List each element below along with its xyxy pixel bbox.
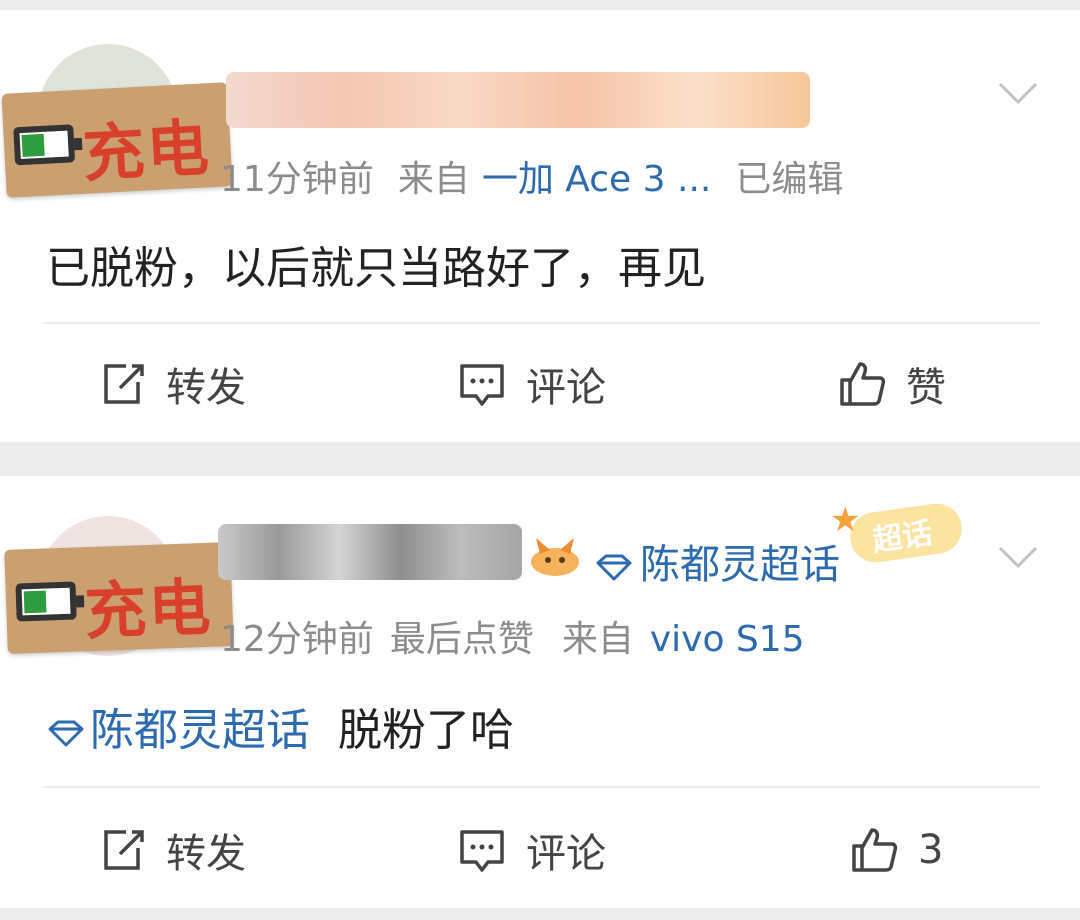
post-meta: 12分钟前 最后点赞 来自 vivo S15: [220, 610, 821, 662]
repost-label: 转发: [166, 365, 246, 411]
topic-gem-icon: [596, 554, 632, 581]
post-body: 陈都灵超话 脱粉了哈: [46, 694, 514, 758]
charging-sticker: 充电: [1, 82, 233, 198]
post-body: 已脱粉，以后就只当路好了，再见: [46, 243, 706, 294]
header-topic-link[interactable]: 陈都灵超话: [594, 532, 840, 590]
from-label: 来自: [561, 619, 634, 660]
comment-label: 评论: [526, 365, 606, 411]
comment-icon: [460, 830, 504, 872]
repost-button[interactable]: 转发: [96, 810, 246, 890]
action-bar: 转发 评论 赞: [0, 344, 1080, 424]
dropdown-chevron-icon[interactable]: [996, 70, 1040, 114]
post-card: 充电 11分钟前 来自 一加 Ace 3 ... 已编辑 已脱粉，以后就只当路好了，再…: [0, 10, 1080, 442]
like-button[interactable]: 3: [848, 810, 943, 890]
repost-label: 转发: [166, 831, 246, 877]
like-icon: [852, 828, 898, 872]
sticker-text: 充电: [83, 570, 214, 649]
comment-label: 评论: [526, 831, 606, 877]
divider: [44, 322, 1040, 324]
super-topic-badge[interactable]: ★ 超话: [830, 500, 970, 566]
header-topic-label: 陈都灵超话: [640, 542, 840, 588]
charging-sticker: 充电: [4, 542, 234, 654]
like-button[interactable]: 赞: [836, 344, 946, 424]
like-count: 3: [918, 827, 944, 873]
last-like-label: 最后点赞: [389, 619, 534, 660]
repost-icon: [104, 364, 144, 404]
post-time: 12分钟前: [220, 619, 374, 660]
battery-icon: [13, 124, 76, 166]
battery-icon: [15, 581, 77, 622]
topic-gem-icon: [48, 720, 84, 747]
comment-icon: [460, 364, 504, 406]
star-icon: ★: [830, 500, 861, 540]
edited-label: 已编辑: [735, 159, 844, 200]
post-card: 充电 陈都灵超话 ★ 超话 12分钟前 最后点赞 来自 vivo S15 陈都灵超话脱…: [0, 476, 1080, 908]
post-body-text: 脱粉了哈: [338, 705, 514, 756]
dropdown-chevron-icon[interactable]: [996, 534, 1040, 578]
device-link[interactable]: 一加 Ace 3 ...: [482, 159, 712, 200]
fox-emoji-icon: [528, 532, 582, 580]
badge-label: 超话: [870, 515, 935, 559]
divider: [44, 786, 1040, 788]
like-icon: [840, 362, 886, 406]
post-time: 11分钟前: [220, 159, 374, 200]
like-label: 赞: [906, 365, 946, 411]
username-blurred[interactable]: [218, 524, 522, 580]
action-bar: 转发 评论 3: [0, 810, 1080, 890]
repost-button[interactable]: 转发: [96, 344, 246, 424]
topic-tag-link[interactable]: 陈都灵超话: [46, 705, 310, 756]
topic-tag-label: 陈都灵超话: [90, 705, 310, 756]
post-meta: 11分钟前 来自 一加 Ace 3 ... 已编辑: [220, 150, 867, 202]
comment-button[interactable]: 评论: [456, 810, 606, 890]
from-label: 来自: [397, 159, 470, 200]
username-blurred[interactable]: [226, 72, 810, 128]
comment-button[interactable]: 评论: [456, 344, 606, 424]
device-link[interactable]: vivo S15: [650, 619, 805, 660]
repost-icon: [104, 830, 144, 870]
sticker-text: 充电: [80, 111, 213, 191]
